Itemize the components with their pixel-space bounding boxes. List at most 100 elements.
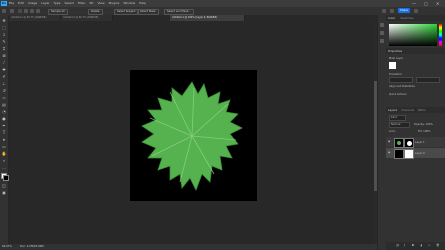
visibility-eye-icon[interactable]: ◉ — [388, 140, 390, 143]
lasso-tool-icon[interactable]: ↄ — [1, 32, 7, 37]
adjustment-layer-icon[interactable]: ◑ — [420, 244, 422, 247]
marquee-tool-icon[interactable]: ⬚ — [1, 25, 7, 30]
home-icon[interactable] — [2, 9, 6, 13]
menu-item-3d[interactable]: 3D — [89, 2, 93, 5]
tab-layers[interactable]: Layers — [388, 108, 397, 112]
align-section[interactable]: Align and Distribute — [389, 85, 415, 88]
blur-tool-icon[interactable]: ◔ — [1, 109, 7, 114]
pen-tool-icon[interactable]: ✒ — [1, 123, 7, 128]
layer-filter-kind[interactable]: Kind — [389, 115, 406, 121]
quick-select-tool-icon[interactable]: ✎ — [1, 39, 7, 44]
menu-item-window[interactable]: Window — [123, 2, 135, 5]
add-selection-icon[interactable] — [24, 9, 28, 13]
layers-panel-header: Layers Channels Paths — [386, 107, 445, 113]
share-button[interactable]: Share — [398, 8, 410, 13]
intersect-selection-icon[interactable] — [36, 9, 40, 13]
menu-item-image[interactable]: Image — [28, 2, 37, 5]
color-panel-header[interactable]: Color Swatches — [386, 15, 445, 21]
layer-row-selected[interactable]: ◉ Layer 0 — [386, 148, 445, 159]
zoom-level[interactable]: 66.67% — [2, 245, 12, 249]
new-selection-icon[interactable] — [18, 9, 22, 13]
transform-section[interactable]: Transform — [389, 73, 402, 76]
libraries-panel-icon[interactable] — [380, 39, 384, 43]
height-field[interactable] — [416, 77, 440, 83]
workspace-switch-icon[interactable] — [414, 9, 418, 13]
hue-slider[interactable] — [439, 24, 442, 46]
more-tools-icon[interactable]: … — [1, 165, 7, 170]
move-tool-icon[interactable]: ✥ — [1, 18, 7, 23]
layer-mask-thumbnail[interactable] — [404, 138, 414, 148]
type-tool-icon[interactable]: T — [1, 130, 7, 135]
crop-tool-icon[interactable]: ⌗ — [1, 46, 7, 51]
layers-footer: ⛓ ƒ ◘ ◑ + 🗑 — [386, 242, 445, 250]
link-layers-icon[interactable]: ⛓ — [396, 244, 399, 247]
delete-layer-icon[interactable]: 🗑 — [436, 244, 439, 247]
layer-name: Layer 1 — [415, 140, 425, 144]
new-layer-icon[interactable]: + — [428, 244, 430, 247]
quick-actions-section[interactable]: Quick Actions — [389, 93, 407, 96]
close-button[interactable]: ✕ — [436, 1, 439, 6]
app-logo: Ps — [1, 1, 7, 6]
properties-panel-header[interactable]: Properties — [386, 48, 445, 54]
menu-items: File Edit Image Layer Type Select Filter 3D View… — [9, 2, 146, 5]
eyedropper-tool-icon[interactable]: ⁄ — [1, 60, 7, 65]
layer-preview-thumbnail — [389, 62, 396, 69]
gradient-tool-icon[interactable]: ▤ — [1, 102, 7, 107]
shape-tool-icon[interactable]: ▭ — [1, 144, 7, 149]
layer-thumbnail — [394, 138, 404, 148]
fx-icon[interactable]: ƒ — [404, 244, 405, 247]
panel-icon-strip — [377, 15, 386, 250]
tab-paths[interactable]: Paths — [418, 108, 426, 112]
properties-section-label: Pixel Layer — [389, 57, 404, 60]
add-mask-icon[interactable]: ◘ — [412, 244, 414, 247]
layer-row[interactable]: ◉ Layer 1 — [386, 137, 445, 148]
visibility-eye-icon[interactable]: ◉ — [388, 151, 390, 154]
opacity-field[interactable]: Opacity: 100% — [414, 123, 433, 126]
screen-mode-icon[interactable]: ▣ — [1, 190, 7, 195]
dodge-tool-icon[interactable]: ● — [1, 116, 7, 121]
history-panel-icon[interactable] — [380, 23, 384, 27]
menu-item-help[interactable]: Help — [139, 2, 146, 5]
menu-item-layer[interactable]: Layer — [41, 2, 49, 5]
adjustments-panel-icon[interactable] — [380, 31, 384, 35]
brush-tool-icon[interactable]: ✐ — [1, 74, 7, 79]
menu-item-select[interactable]: Select — [65, 2, 74, 5]
menu-item-type[interactable]: Type — [54, 2, 61, 5]
menu-item-edit[interactable]: Edit — [18, 2, 24, 5]
hand-tool-icon[interactable]: ✋ — [1, 151, 7, 156]
frame-tool-icon[interactable]: ⊠ — [1, 53, 7, 58]
fill-field[interactable]: Fill: 100% — [418, 130, 431, 133]
tab-channels[interactable]: Channels — [401, 108, 414, 112]
minimize-button[interactable]: — — [412, 1, 416, 6]
healing-tool-icon[interactable]: ✚ — [1, 67, 7, 72]
toolbar: ✥ ⬚ ↄ ✎ ⌗ ⊠ ⁄ ✚ ✐ ⊥ ↺ ▱ ▤ ◔ ● ✒ T ➤ ▭ ✋ … — [0, 15, 9, 244]
color-picker-field[interactable] — [389, 24, 437, 46]
menu-item-file[interactable]: File — [9, 2, 14, 5]
layer-name: Layer 0 — [415, 151, 425, 155]
width-field[interactable] — [389, 77, 413, 83]
workspace-icon[interactable] — [390, 9, 394, 13]
layer-thumbnail — [394, 149, 404, 159]
leaf-image — [141, 81, 243, 191]
doc-size: Doc: 2.25M/3.00M — [20, 244, 44, 248]
layer-mask-thumbnail[interactable] — [404, 149, 414, 159]
menu-bar: Ps File Edit Image Layer Type Select Filter 3D V… — [0, 0, 445, 7]
quick-mask-icon[interactable]: ◫ — [1, 183, 7, 188]
right-panel: Color Swatches Properties Pixel Layer Tr… — [386, 15, 445, 250]
history-brush-icon[interactable]: ↺ — [1, 88, 7, 93]
stamp-tool-icon[interactable]: ⊥ — [1, 81, 7, 86]
menu-item-view[interactable]: View — [97, 2, 104, 5]
path-select-icon[interactable]: ➤ — [1, 137, 7, 142]
menu-item-filter[interactable]: Filter — [78, 2, 85, 5]
menu-item-plugins[interactable]: Plugins — [109, 2, 120, 5]
eraser-tool-icon[interactable]: ▱ — [1, 95, 7, 100]
status-bar: 66.67% Doc: 2.25M/3.00M — [0, 244, 377, 250]
tool-preset-icon[interactable] — [10, 9, 14, 13]
blend-mode-select[interactable]: Normal — [389, 122, 410, 128]
document-canvas[interactable] — [130, 70, 257, 201]
zoom-tool-icon[interactable]: ⌕ — [1, 158, 7, 163]
subtract-selection-icon[interactable] — [30, 9, 34, 13]
search-icon[interactable] — [382, 9, 386, 13]
lock-label: Lock: — [389, 130, 396, 133]
maximize-button[interactable]: ▢ — [424, 1, 428, 6]
